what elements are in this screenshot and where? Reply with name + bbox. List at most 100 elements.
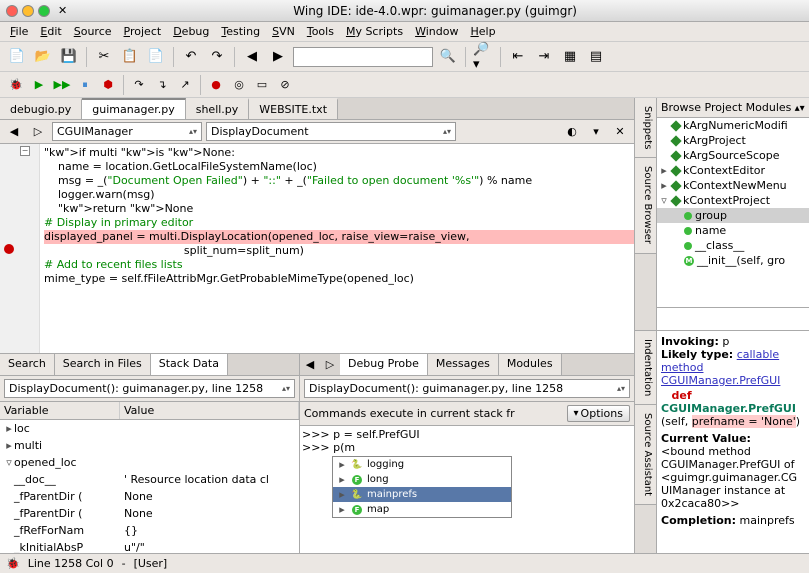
menu-project[interactable]: Project [120, 23, 166, 40]
new-file-icon[interactable]: 📄 [6, 46, 28, 68]
class-combo[interactable]: CGUIManager▴▾ [52, 122, 202, 141]
close-window-icon[interactable] [6, 5, 18, 17]
tree-item[interactable]: __class__ [657, 238, 809, 253]
save-file-icon[interactable]: 💾 [58, 46, 80, 68]
copy-icon[interactable]: 📋 [119, 46, 141, 68]
step-into-icon[interactable]: ↴ [152, 75, 172, 95]
breakpoint-clear-icon[interactable]: ⊘ [275, 75, 295, 95]
tree-item[interactable]: ▸kContextEditor [657, 163, 809, 178]
bottom-tab[interactable]: Search in Files [55, 354, 151, 375]
tree-item[interactable]: group [657, 208, 809, 223]
bookmark-icon[interactable]: ◐ [562, 122, 582, 142]
variable-row[interactable]: _kInitialAbsPu"/" [0, 539, 299, 553]
stack-location-combo[interactable]: DisplayDocument(): guimanager.py, line 1… [4, 379, 295, 398]
menu-debug[interactable]: Debug [169, 23, 213, 40]
link-prefgui[interactable]: CGUIManager.PrefGUI [661, 374, 780, 387]
method-combo[interactable]: DisplayDocument▴▾ [206, 122, 456, 141]
breakpoint-icon[interactable] [4, 244, 14, 254]
menu-window[interactable]: Window [411, 23, 462, 40]
menu-help[interactable]: Help [466, 23, 499, 40]
status-bug-icon[interactable]: 🐞 [6, 557, 20, 570]
forward-icon[interactable]: ▶ [267, 46, 289, 68]
breakpoint-sel-icon[interactable]: ◎ [229, 75, 249, 95]
variable-row[interactable]: ▸loc [0, 420, 299, 437]
bottom-tab[interactable]: Debug Probe [340, 354, 428, 375]
probe-back-icon[interactable]: ◀ [300, 354, 320, 374]
menu-file[interactable]: File [6, 23, 32, 40]
menu-edit[interactable]: Edit [36, 23, 65, 40]
bottom-right-tabs: ◀ ▷ Debug ProbeMessagesModules [300, 354, 634, 376]
paste-icon[interactable]: 📄 [145, 46, 167, 68]
debug-bug-icon[interactable]: 🐞 [6, 75, 26, 95]
vtab-snippets[interactable]: Snippets [635, 98, 656, 158]
completion-item[interactable]: ▸Flong [333, 472, 511, 487]
vtab-source-assistant[interactable]: Source Assistant [635, 405, 656, 505]
tree-item[interactable]: kArgProject [657, 133, 809, 148]
bottom-tab[interactable]: Stack Data [151, 354, 228, 375]
debug-pause-icon[interactable]: ⏸ [75, 75, 95, 95]
debug-continue-icon[interactable]: ▶▶ [52, 75, 72, 95]
code-editor[interactable]: − "kw">if multi "kw">is "kw">None: name … [0, 144, 634, 353]
file-tabs: debugio.pyguimanager.pyshell.pyWEBSITE.t… [0, 98, 634, 120]
vtab-indentation[interactable]: Indentation [635, 331, 656, 405]
search-icon[interactable]: 🔍 [437, 46, 459, 68]
goto-def-icon[interactable]: 🔎▾ [472, 46, 494, 68]
completion-item[interactable]: ▸🐍mainprefs [333, 487, 511, 502]
minimize-window-icon[interactable] [22, 5, 34, 17]
menu-tools[interactable]: Tools [303, 23, 338, 40]
tree-item[interactable]: M__init__(self, gro [657, 253, 809, 268]
tree-item[interactable]: ▸kContextNewMenu [657, 178, 809, 193]
maximize-window-icon[interactable] [38, 5, 50, 17]
breakpoint-list-icon[interactable]: ▭ [252, 75, 272, 95]
vtab-source-browser[interactable]: Source Browser [635, 158, 656, 253]
nav-fwd-icon[interactable]: ▷ [28, 122, 48, 142]
module-tree[interactable]: kArgNumericModifikArgProjectkArgSourceSc… [657, 118, 809, 307]
variable-row[interactable]: _fParentDir (None [0, 505, 299, 522]
step-over-icon[interactable]: ↷ [129, 75, 149, 95]
menu-testing[interactable]: Testing [217, 23, 264, 40]
indent-right-icon[interactable]: ⇥ [533, 46, 555, 68]
redo-icon[interactable]: ↷ [206, 46, 228, 68]
options-icon[interactable]: ▾ [586, 122, 606, 142]
completion-item[interactable]: ▸🐍logging [333, 457, 511, 472]
debug-run-icon[interactable]: ▶ [29, 75, 49, 95]
undo-icon[interactable]: ↶ [180, 46, 202, 68]
variable-row[interactable]: _fParentDir (None [0, 488, 299, 505]
debug-probe-console[interactable]: >>> p = self.PrefGUI>>> p(m ▸🐍logging▸Fl… [300, 426, 634, 553]
breakpoint-add-icon[interactable]: ● [206, 75, 226, 95]
probe-options-button[interactable]: ▾ Options [567, 405, 630, 422]
probe-fwd-icon[interactable]: ▷ [320, 354, 340, 374]
open-file-icon[interactable]: 📂 [32, 46, 54, 68]
variable-row[interactable]: ▿opened_loc [0, 454, 299, 471]
bottom-tab[interactable]: Search [0, 354, 55, 375]
indent-left-icon[interactable]: ⇤ [507, 46, 529, 68]
search-input[interactable] [293, 47, 433, 67]
variable-row[interactable]: _fRefForNam{} [0, 522, 299, 539]
tree-item[interactable]: kArgSourceScope [657, 148, 809, 163]
step-out-icon[interactable]: ↗ [175, 75, 195, 95]
uncomment-icon[interactable]: ▤ [585, 46, 607, 68]
debug-stop-icon[interactable]: ⬢ [98, 75, 118, 95]
menu-svn[interactable]: SVN [268, 23, 299, 40]
completion-item[interactable]: ▸Fmap [333, 502, 511, 517]
menu-source[interactable]: Source [70, 23, 116, 40]
bottom-tab[interactable]: Messages [428, 354, 499, 375]
tree-item[interactable]: name [657, 223, 809, 238]
file-tab[interactable]: WEBSITE.txt [249, 98, 338, 119]
variable-row[interactable]: __doc__' Resource location data cl [0, 471, 299, 488]
file-tab[interactable]: debugio.py [0, 98, 82, 119]
close-editor-icon[interactable]: ✕ [610, 122, 630, 142]
tree-item[interactable]: kArgNumericModifi [657, 118, 809, 133]
probe-location-combo[interactable]: DisplayDocument(): guimanager.py, line 1… [304, 379, 630, 398]
menu-my-scripts[interactable]: My Scripts [342, 23, 407, 40]
variable-row[interactable]: ▸multi [0, 437, 299, 454]
tree-item[interactable]: ▿kContextProject [657, 193, 809, 208]
cut-icon[interactable]: ✂ [93, 46, 115, 68]
nav-back-icon[interactable]: ◀ [4, 122, 24, 142]
bottom-tab[interactable]: Modules [499, 354, 562, 375]
file-tab[interactable]: guimanager.py [82, 98, 185, 119]
back-icon[interactable]: ◀ [241, 46, 263, 68]
fold-icon[interactable]: − [20, 146, 30, 156]
file-tab[interactable]: shell.py [186, 98, 250, 119]
comment-icon[interactable]: ▦ [559, 46, 581, 68]
